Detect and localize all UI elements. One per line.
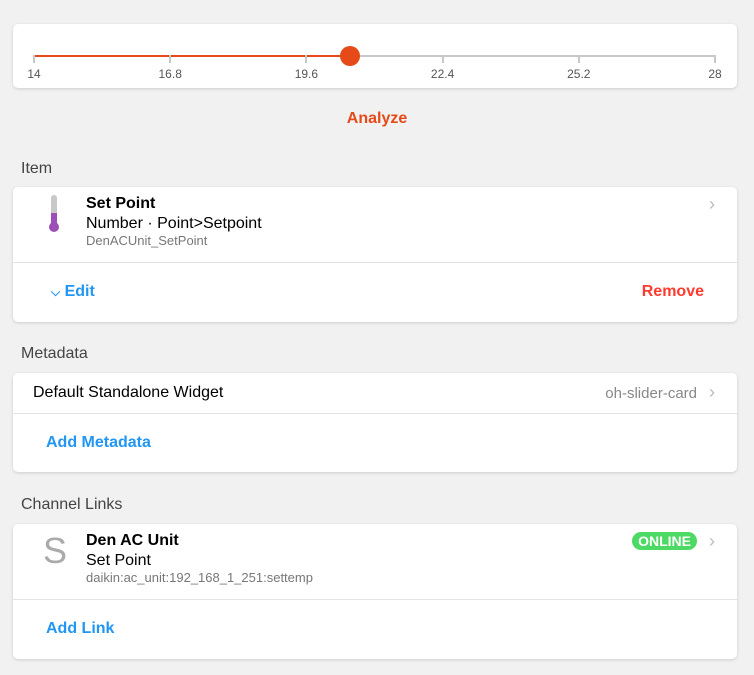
slider-tick bbox=[577, 55, 580, 63]
item-card: Set Point Number · Point>Setpoint DenACU… bbox=[13, 187, 737, 322]
channel-links-card: S Den AC Unit Set Point daikin:ac_unit:1… bbox=[13, 524, 737, 659]
channel-links-heading: Channel Links bbox=[21, 496, 123, 513]
slider-tick-label: 25.2 bbox=[567, 67, 591, 81]
slider-tick-label: 14 bbox=[27, 67, 41, 81]
metadata-label: Default Standalone Widget bbox=[33, 384, 224, 401]
status-badge: ONLINE bbox=[632, 532, 697, 550]
slider-tick bbox=[33, 55, 35, 63]
slider-fill bbox=[34, 55, 351, 57]
chevron-right-icon: › bbox=[709, 531, 715, 551]
remove-button[interactable]: Remove bbox=[642, 283, 704, 301]
slider-tick bbox=[305, 55, 308, 63]
metadata-row[interactable]: Default Standalone Widget oh-slider-card… bbox=[13, 373, 737, 414]
chevron-right-icon: › bbox=[709, 194, 715, 214]
thermometer-icon bbox=[49, 195, 59, 232]
add-metadata-button[interactable]: Add Metadata bbox=[46, 434, 151, 452]
setpoint-slider[interactable]: 14 16.8 19.6 22.4 25.2 28 bbox=[13, 24, 737, 88]
slider-track[interactable] bbox=[34, 46, 715, 66]
item-type: Number · Point>Setpoint bbox=[86, 215, 262, 232]
edit-button[interactable]: ⌵ Edit bbox=[51, 283, 95, 301]
slider-tick-label: 28 bbox=[708, 67, 722, 81]
chevron-down-icon: ⌵ bbox=[51, 285, 61, 299]
channel-link-row[interactable]: S Den AC Unit Set Point daikin:ac_unit:1… bbox=[13, 524, 737, 600]
item-label: Set Point bbox=[86, 195, 156, 212]
chevron-right-icon: › bbox=[709, 382, 715, 402]
item-row[interactable]: Set Point Number · Point>Setpoint DenACU… bbox=[13, 187, 737, 263]
metadata-heading: Metadata bbox=[21, 345, 88, 362]
item-name: DenACUnit_SetPoint bbox=[86, 233, 208, 248]
channel-label: Set Point bbox=[86, 552, 151, 569]
analyze-button[interactable]: Analyze bbox=[0, 110, 754, 128]
edit-label: Edit bbox=[64, 283, 95, 300]
channel-letter-icon: S bbox=[43, 530, 68, 571]
slider-tick-label: 22.4 bbox=[430, 67, 455, 81]
metadata-card: Default Standalone Widget oh-slider-card… bbox=[13, 373, 737, 472]
add-link-button[interactable]: Add Link bbox=[46, 620, 114, 638]
slider-tick-label: 16.8 bbox=[158, 67, 182, 81]
slider-thumb[interactable] bbox=[340, 46, 361, 66]
slider-tick bbox=[714, 55, 716, 63]
slider-tick-label: 19.6 bbox=[294, 67, 319, 81]
slider-tick bbox=[441, 55, 444, 63]
slider-tick bbox=[169, 55, 172, 63]
channel-uid: daikin:ac_unit:192_168_1_251:settemp bbox=[86, 570, 313, 585]
metadata-value: oh-slider-card bbox=[605, 385, 697, 402]
thing-label: Den AC Unit bbox=[86, 532, 179, 549]
item-heading: Item bbox=[21, 160, 53, 177]
